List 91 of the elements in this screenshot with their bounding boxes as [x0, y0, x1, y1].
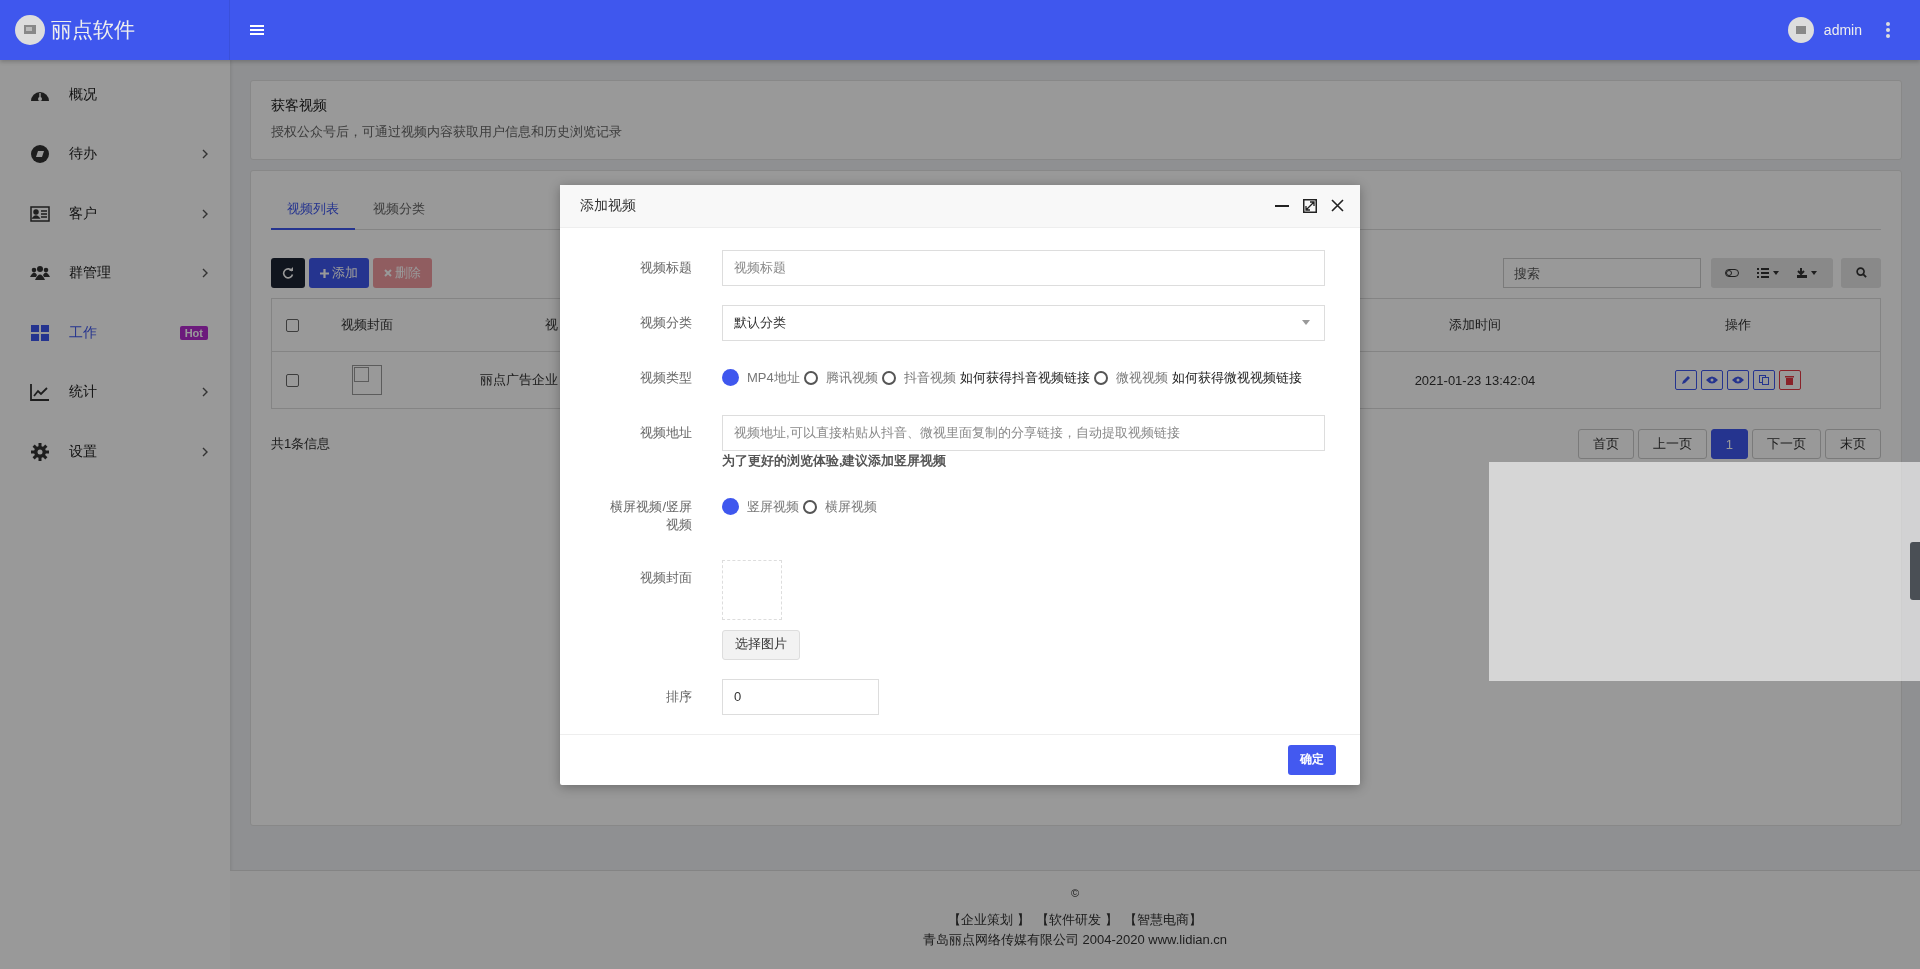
sidebar-item[interactable]: 工作 Hot: [0, 303, 230, 363]
help-link[interactable]: 如何获得微视视频链接: [1171, 368, 1302, 387]
avatar-icon[interactable]: [1787, 17, 1814, 43]
sidebar-item[interactable]: 统计: [0, 362, 230, 422]
text-field[interactable]: 视频标题: [722, 249, 1325, 286]
brand-name: 丽点软件: [51, 17, 135, 43]
footer-link[interactable]: 【软件研发 】: [1036, 911, 1118, 929]
company-info: 青岛丽点网络传媒有限公司 2004-2020 www.lidian.cn: [921, 931, 1229, 949]
close-icon[interactable]: [1331, 199, 1344, 213]
radio-option[interactable]: 腾讯视频: [803, 368, 878, 387]
card-icon: [30, 203, 50, 224]
view-button[interactable]: [1726, 370, 1749, 390]
page-button[interactable]: 1: [1710, 429, 1748, 459]
footer-link[interactable]: 【智慧电商】: [1123, 911, 1202, 929]
field-label: 横屏视频/竖屏视频: [609, 497, 692, 534]
compass-icon: [30, 144, 50, 165]
gear-icon: [30, 441, 50, 462]
row-checkbox[interactable]: [285, 373, 299, 387]
radio-option[interactable]: 横屏视频: [803, 497, 877, 516]
radio-option[interactable]: 竖屏视频: [722, 497, 799, 516]
toggle-icon[interactable]: [1725, 269, 1739, 277]
sidebar-item[interactable]: 群管理: [0, 243, 230, 303]
field-label: 视频封面: [639, 568, 692, 587]
column-header: 视频封面: [340, 316, 394, 334]
radio-option[interactable]: MP4地址: [722, 368, 800, 387]
plus-icon: [320, 268, 329, 278]
field-label: 排序: [665, 687, 692, 706]
view-button[interactable]: [1700, 370, 1723, 390]
thumbnail-icon: [352, 365, 382, 395]
columns-icon[interactable]: [1757, 268, 1779, 278]
help-link[interactable]: 如何获得抖音视频链接: [959, 368, 1090, 387]
tab[interactable]: 视频列表: [271, 191, 355, 230]
field-label: 视频类型: [639, 368, 692, 387]
grid-icon: [30, 322, 50, 343]
eye-icon: [1705, 376, 1718, 384]
user-name[interactable]: admin: [1823, 22, 1862, 38]
column-header: 操作: [1723, 316, 1752, 334]
copyright-mark: ©: [1069, 887, 1081, 899]
radio-option[interactable]: 微视视频: [1093, 368, 1168, 387]
copy-button[interactable]: [1752, 370, 1775, 390]
confirm-button[interactable]: 确定: [1288, 744, 1336, 775]
download-icon[interactable]: [1797, 268, 1819, 278]
field-label: 视频标题: [639, 258, 692, 277]
field-label: 视频地址: [639, 423, 692, 442]
edit-button[interactable]: [1674, 370, 1697, 390]
radio-option[interactable]: 抖音视频: [881, 368, 956, 387]
page-button[interactable]: 首页: [1577, 429, 1634, 459]
tab[interactable]: 视频分类: [357, 191, 441, 229]
refresh-button[interactable]: [271, 258, 305, 288]
image-placeholder: [722, 559, 782, 620]
eye-icon: [1731, 376, 1744, 384]
sidebar-item[interactable]: 待办: [0, 124, 230, 184]
sort-field[interactable]: 0: [722, 678, 879, 715]
select-all-checkbox[interactable]: [285, 318, 299, 332]
search-button[interactable]: [1841, 258, 1881, 288]
delete-button[interactable]: [1778, 370, 1801, 390]
sidebar-item[interactable]: 设置: [0, 422, 230, 482]
dialog-title: 添加视频: [580, 196, 636, 215]
field-label: 视频分类: [639, 313, 692, 332]
add-button[interactable]: 添加: [309, 258, 369, 288]
table-cell-text: 2021-01-23 13:42:04: [1413, 372, 1537, 388]
trash-icon: [1785, 375, 1794, 385]
page-button[interactable]: 上一页: [1637, 429, 1707, 459]
search-icon: [1855, 266, 1867, 278]
page-button[interactable]: 下一页: [1752, 429, 1821, 459]
footer-link[interactable]: 【企业策划 】: [948, 911, 1030, 929]
chart-icon: [30, 382, 50, 403]
column-header: 视: [544, 316, 558, 334]
menu-icon[interactable]: [250, 24, 264, 36]
logo-icon: [15, 15, 45, 45]
choose-image-button[interactable]: 选择图片: [722, 629, 800, 660]
maximize-icon[interactable]: [1303, 198, 1317, 213]
hot-badge: Hot: [179, 325, 208, 340]
search-field[interactable]: 搜索: [1503, 258, 1701, 288]
page-button[interactable]: 末页: [1825, 429, 1881, 459]
sidebar-item[interactable]: 概况: [0, 65, 230, 125]
more-icon[interactable]: [1886, 22, 1890, 38]
page-title: 获客视频: [271, 97, 328, 115]
page-subtitle: 授权公众号后，可通过视频内容获取用户信息和历史浏览记录: [271, 123, 623, 141]
copy-icon: [1758, 375, 1769, 385]
record-count: 共1条信息: [271, 435, 331, 453]
field-hint: 为了更好的浏览体验,建议添加竖屏视频: [722, 452, 948, 470]
caret-icon: [1302, 320, 1310, 326]
sidebar-item[interactable]: 客户: [0, 184, 230, 244]
table-cell-text: 丽点广告企业: [479, 371, 558, 389]
column-header: 添加时间: [1448, 316, 1502, 334]
side-handle[interactable]: [1910, 542, 1920, 600]
pencil-icon: [1680, 375, 1691, 385]
refresh-icon: [282, 267, 294, 279]
text-field[interactable]: 视频地址,可以直接粘贴从抖音、微视里面复制的分享链接，自动提取视频链接: [722, 414, 1325, 451]
category-select[interactable]: 默认分类: [722, 304, 1325, 341]
